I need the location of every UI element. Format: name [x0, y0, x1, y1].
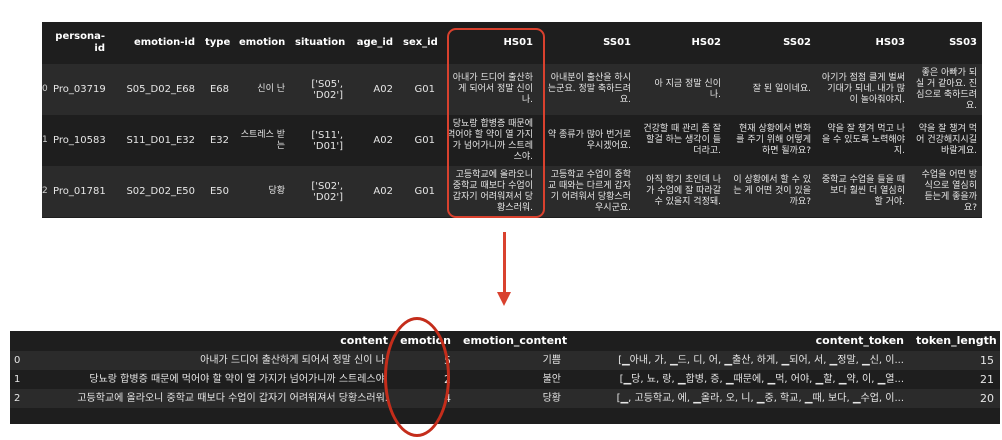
emotion-label-cell: 2 [444, 373, 451, 386]
ss03-cell: 약을 잘 챙겨 먹어 건강해지시길 바랄게요. [916, 124, 977, 156]
situation-cell: ['S05', 'D02'] [311, 78, 343, 101]
token-length-cell: 20 [980, 392, 994, 405]
hs03-cell: 약을 잘 챙겨 먹고 나을 수 있도록 노력해야지. [821, 124, 905, 156]
hs02-cell: 아 지금 정말 신이 나. [654, 78, 721, 100]
hs01-cell: 고등학교에 올라오니 중학교 때보다 수업이 갑자기 어려워져서 당황스러워. [452, 169, 533, 213]
source-table: persona-id emotion-id type emotion situa… [42, 22, 982, 217]
token-length-cell: 21 [980, 373, 994, 386]
content-cell: 아내가 드디어 출산하게 되어서 정말 신이 나. [200, 355, 388, 366]
col-header-emotion-id: emotion-id [133, 37, 195, 48]
age-id-cell: A02 [373, 84, 393, 95]
hs02-cell: 건강할 때 관리 좀 잘할걸 하는 생각이 들더라고. [643, 124, 721, 156]
col-header-hs01: HS01 [503, 37, 534, 48]
emotion-content-cell: 불안 [542, 374, 561, 385]
emotion-cell: 스트레스 받는 [240, 129, 285, 151]
situation-cell: ['S11', 'D01'] [311, 129, 343, 152]
result-table: content emotion emotion_content content_… [10, 331, 1000, 408]
emotion-id-cell: S05_D02_E68 [126, 84, 195, 95]
table-row: 2 고등학교에 올라오니 중학교 때보다 수업이 갑자기 어려워져서 당황스러워… [10, 389, 1000, 408]
header-row: content emotion emotion_content content_… [10, 331, 1000, 351]
index-header [10, 331, 28, 351]
sex-id-cell: G01 [414, 186, 435, 197]
ss02-cell: 이 상황에서 할 수 있는 게 어떤 것이 있을까요? [733, 175, 811, 207]
hs02-cell: 아직 학기 초인데 나가 수업에 잘 따라갈 수 있을지 걱정돼. [646, 175, 721, 207]
col-header-ss01: SS01 [603, 37, 631, 48]
content-token-cell: [▁아내, 가, ▁드, 디, 어, ▁출산, 하게, ▁되어, 서, ▁정말,… [618, 355, 904, 366]
col-header-persona-id: persona-id [55, 31, 105, 54]
table-row: 0 Pro_03719 S05_D02_E68 E68 신이 난 ['S05',… [42, 64, 982, 115]
col-header-hs03: HS03 [875, 37, 906, 48]
col-header-emotion: emotion [239, 37, 286, 48]
col-header-emotion: emotion [400, 334, 451, 347]
emotion-content-cell: 기쁨 [542, 355, 561, 366]
ss02-cell: 잘 된 일이네요. [752, 84, 811, 94]
col-header-content: content [340, 334, 388, 347]
emotion-content-cell: 당황 [542, 393, 561, 404]
table-row: 1 당뇨랑 합병증 때문에 먹어야 할 약이 열 가지가 넘어가니까 스트레스야… [10, 370, 1000, 389]
ss01-cell: 아내분이 출산을 하시는군요. 정말 축하드려요. [547, 73, 631, 105]
content-cell: 고등학교에 올라오니 중학교 때보다 수업이 갑자기 어려워져서 당황스러워. [77, 393, 388, 404]
transform-arrow-shaft [503, 232, 506, 294]
hs03-cell: 중학교 수업을 들을 때보다 훨씬 더 열심히 할 거야. [821, 175, 905, 207]
content-token-cell: [▁, 고등학교, 에, ▁올라, 오, 니, ▁중, 학교, ▁때, 보다, … [616, 393, 904, 404]
col-header-token-length: token_length [916, 334, 997, 347]
situation-cell: ['S02', 'D02'] [311, 180, 343, 203]
col-header-ss02: SS02 [783, 37, 811, 48]
token-length-cell: 15 [980, 354, 994, 367]
ss03-cell: 좋은 아빠가 되실 거 같아요. 진심으로 축하드려요. [915, 67, 977, 111]
persona-id-cell: Pro_03719 [53, 84, 106, 95]
emotion-id-cell: S11_D01_E32 [126, 135, 195, 146]
sex-id-cell: G01 [414, 135, 435, 146]
table-row: 0 아내가 드디어 출산하게 되어서 정말 신이 나. 5 기쁨 [▁아내, 가… [10, 351, 1000, 370]
emotion-id-cell: S02_D02_E50 [126, 186, 195, 197]
ss01-cell: 약 종류가 많아 번거로우시겠어요. [547, 129, 631, 151]
row-index: 2 [14, 393, 21, 404]
header-row: persona-id emotion-id type emotion situa… [42, 22, 982, 64]
col-header-age-id: age_id [356, 37, 393, 48]
table-row: 2 Pro_01781 S02_D02_E50 E50 당황 ['S02', '… [42, 166, 982, 217]
table-row: 1 Pro_10583 S11_D01_E32 E32 스트레스 받는 ['S1… [42, 115, 982, 166]
age-id-cell: A02 [373, 135, 393, 146]
emotion-cell: 신이 난 [257, 84, 285, 94]
col-header-emotion-content: emotion_content [463, 334, 567, 347]
row-index: 0 [14, 355, 21, 366]
result-dataframe: content emotion emotion_content content_… [10, 331, 1000, 424]
hs01-cell: 당뇨랑 합병증 때문에 먹어야 할 약이 열 가지가 넘어가니까 스트레스야. [447, 118, 533, 162]
col-header-hs02: HS02 [691, 37, 722, 48]
hs03-cell: 아기가 점점 클게 벌써 기대가 되네. 내가 많이 놀아줘야지. [821, 73, 905, 105]
down-arrow-icon [497, 292, 511, 306]
hs01-cell: 아내가 드디어 출산하게 되어서 정말 신이 나. [452, 73, 533, 105]
col-header-type: type [205, 37, 231, 48]
ss03-cell: 수업을 어떤 방식으로 열심히 듣는게 좋을까요? [921, 169, 977, 213]
sex-id-cell: G01 [414, 84, 435, 95]
persona-id-cell: Pro_10583 [53, 135, 106, 146]
age-id-cell: A02 [373, 186, 393, 197]
persona-id-cell: Pro_01781 [53, 186, 106, 197]
col-header-ss03: SS03 [949, 37, 977, 48]
emotion-cell: 당황 [268, 186, 285, 196]
type-cell: E32 [209, 135, 229, 146]
col-header-content-token: content_token [815, 334, 904, 347]
source-dataframe: persona-id emotion-id type emotion situa… [42, 22, 982, 218]
type-cell: E50 [209, 186, 229, 197]
col-header-sex-id: sex_id [403, 37, 438, 48]
ss01-cell: 고등학교 수업이 중학교 때와는 다르게 갑자기 어려워서 당황스러우시군요. [547, 169, 631, 213]
content-cell: 당뇨랑 합병증 때문에 먹어야 할 약이 열 가지가 넘어가니까 스트레스야. [89, 374, 388, 385]
ss02-cell: 현재 상황에서 변화를 주기 위해 어떻게 하면 될까요? [736, 124, 811, 156]
type-cell: E68 [209, 84, 229, 95]
row-index: 1 [14, 374, 21, 385]
emotion-label-cell: 4 [444, 392, 451, 405]
content-token-cell: [▁당, 뇨, 랑, ▁합병, 증, ▁때문에, ▁먹, 어야, ▁할, ▁약,… [619, 374, 904, 385]
emotion-label-cell: 5 [444, 354, 451, 367]
col-header-situation: situation [295, 37, 346, 48]
